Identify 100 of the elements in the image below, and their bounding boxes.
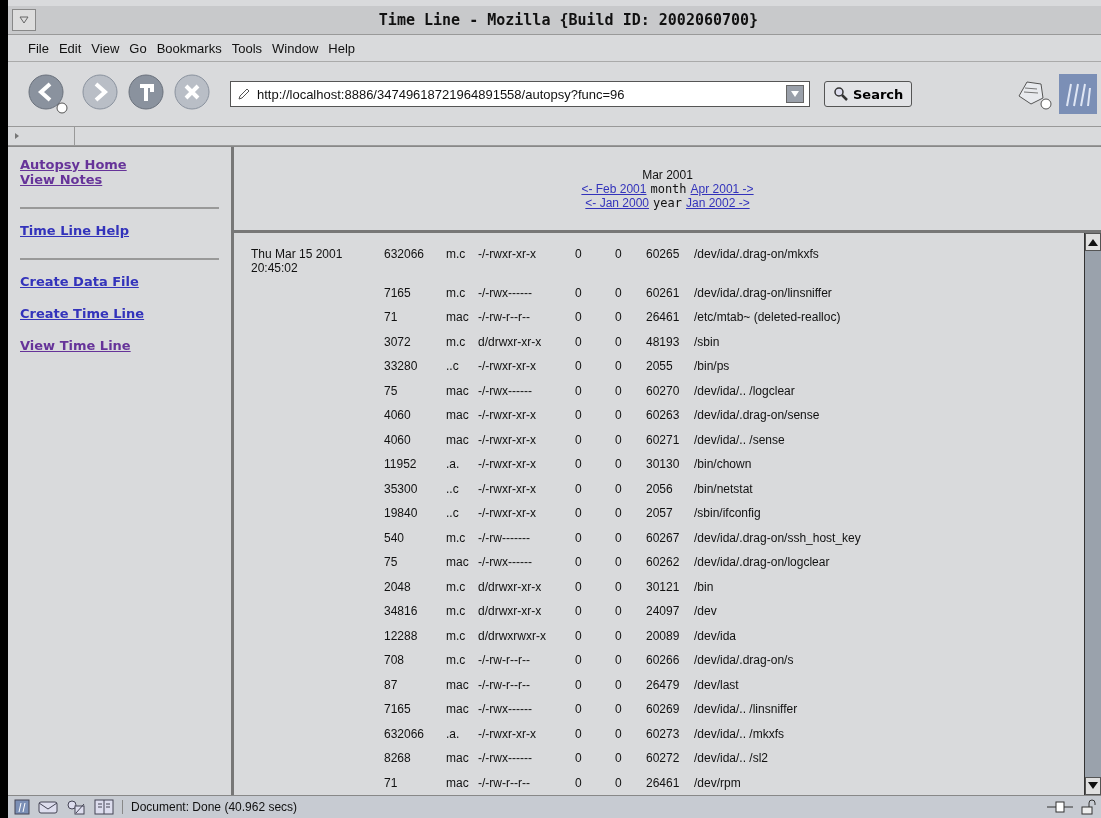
table-cell-text: 24097 <box>646 604 681 618</box>
table-cell-text: mac <box>446 702 470 716</box>
table-cell-text: /sbin/ifconfig <box>694 506 762 520</box>
table-cell-text: 0 <box>575 579 583 594</box>
throbber-logo[interactable] <box>1059 74 1097 114</box>
table-cell-text: -/-rw-r--r-- <box>478 677 531 692</box>
table-cell-text: /dev/ida/.. /logclear <box>694 383 796 398</box>
navigator-icon[interactable] <box>14 799 30 815</box>
table-cell-text: .a. <box>446 726 461 741</box>
window-title: Time Line - Mozilla {Build ID: 2002060700} <box>377 11 760 29</box>
table-cell-text: 0 <box>575 383 583 398</box>
table-cell-text: mac <box>446 310 470 324</box>
vertical-scrollbar[interactable] <box>1084 233 1101 795</box>
table-cell-text: /bin/netstat <box>694 481 754 496</box>
table-cell-text: mac <box>446 383 470 398</box>
table-cell-text: 0 <box>575 653 583 667</box>
table-cell-text: 60262 <box>646 555 681 569</box>
table-cell-text: 0 <box>615 432 623 447</box>
table-cell-text: /dev/ida/.drag-on/ssh_host_key <box>694 530 862 545</box>
table-cell-text: d/drwxr-xr-x <box>478 579 543 594</box>
table-cell-text: 0 <box>615 247 623 263</box>
table-cell-text: m.c <box>446 334 467 349</box>
table-cell-text: 0 <box>615 285 623 300</box>
table-cell-text: 8268 <box>384 751 412 765</box>
menu-item[interactable]: View <box>91 40 120 56</box>
table-cell-text: d/drwxr-xr-x <box>478 604 543 618</box>
mail-icon[interactable] <box>38 799 58 815</box>
window-menu-button[interactable] <box>12 9 36 31</box>
table-cell-text: -/-rwx------ <box>478 383 533 398</box>
table-cell-text: /dev <box>694 604 718 618</box>
menu-item[interactable]: Go <box>129 40 147 56</box>
table-cell-text: 26461 <box>646 310 681 324</box>
table-cell-text: .a. <box>446 457 461 471</box>
menu-item[interactable]: Edit <box>58 40 82 56</box>
table-cell-text: 60266 <box>646 653 681 667</box>
dropdown-button[interactable] <box>786 85 804 103</box>
table-cell-text: -/-rwx------ <box>478 751 533 765</box>
table-cell-text: /bin <box>694 579 715 594</box>
table-cell-text: 0 <box>575 457 583 471</box>
caret-icon <box>790 90 800 98</box>
table-cell-text: 87 <box>384 677 399 692</box>
table-cell-text: 0 <box>575 628 583 643</box>
search-icon <box>833 86 849 102</box>
sidebar-link[interactable]: Create Time Line <box>20 306 145 321</box>
url-field[interactable]: http://localhost:8886/34749618721964891558/autopsy?func=96 <box>230 81 810 107</box>
menu-item[interactable]: File <box>28 40 49 56</box>
next-link[interactable]: Apr 2001 -> <box>690 181 754 196</box>
menu-item[interactable]: Help <box>328 40 356 56</box>
sidebar-link[interactable]: Create Data File <box>20 274 139 289</box>
table-cell-text: -/-rwxr-xr-x <box>478 408 537 422</box>
table-cell-text: 12288 <box>384 628 419 643</box>
table-cell-text: 75 <box>384 555 399 569</box>
sidebar-link[interactable]: Time Line Help <box>20 223 129 238</box>
table-cell-text: /etc/mtab~ (deleted-realloc) <box>694 310 842 324</box>
menu-item[interactable]: Bookmarks <box>156 40 222 56</box>
table-cell-text: /bin/chown <box>694 457 753 471</box>
table-cell-text: /dev/ida/.drag-on/logclear <box>694 555 831 569</box>
table-cell-text: 0 <box>575 726 583 741</box>
table-cell-text: 26461 <box>646 775 681 790</box>
table-cell-text: 33280 <box>384 359 419 373</box>
table-cell-text: -/-rwxr-xr-x <box>478 481 537 496</box>
table-cell-text: 71 <box>384 310 399 324</box>
table-cell-text: 0 <box>615 334 623 349</box>
sidebar-link[interactable]: View Time Line <box>20 338 131 353</box>
table-cell-text: 71 <box>384 775 399 790</box>
table-cell-text: -/-rwxr-xr-x <box>478 432 537 447</box>
search-button[interactable]: Search <box>824 81 913 107</box>
table-cell-text: 0 <box>615 751 623 765</box>
composer-icon[interactable] <box>66 799 86 815</box>
period-label: month <box>650 181 687 196</box>
table-cell-text: 0 <box>575 247 583 263</box>
down-arrow-icon[interactable] <box>1087 781 1099 791</box>
table-cell-text: 0 <box>615 653 623 667</box>
previous-link[interactable]: <- Jan 2000 <box>585 195 650 210</box>
sidebar-link[interactable]: View Notes <box>20 172 103 187</box>
next-link[interactable]: Jan 2002 -> <box>685 195 750 210</box>
table-cell-text: 540 <box>384 530 406 545</box>
table-cell-text: 0 <box>615 775 623 790</box>
table-cell-text: -/-rwxr-xr-x <box>478 247 537 263</box>
menu-item[interactable]: Window <box>272 40 319 56</box>
table-cell-text: -/-rwxr-xr-x <box>478 359 537 373</box>
table-cell-text: 0 <box>615 579 623 594</box>
table-cell-text: 0 <box>615 359 623 373</box>
table-cell-text: 2048 <box>384 579 412 594</box>
table-cell-text: ..c <box>446 506 460 520</box>
table-cell-text: -/-rwx------ <box>478 285 533 300</box>
connection-icon <box>1047 800 1073 814</box>
table-cell-text: 30130 <box>646 457 681 471</box>
sidebar-link[interactable]: Autopsy Home <box>20 157 127 172</box>
table-cell-text: 0 <box>575 310 583 324</box>
table-cell-text: mac <box>446 432 470 447</box>
up-arrow-icon[interactable] <box>1087 237 1099 247</box>
previous-link[interactable]: <- Feb 2001 <box>581 181 647 196</box>
table-cell-text: 35300 <box>384 481 419 496</box>
address-book-icon[interactable] <box>94 799 114 815</box>
table-cell-text: 60272 <box>646 751 681 765</box>
table-cell-text: 0 <box>615 677 623 692</box>
table-cell-text: 75 <box>384 383 399 398</box>
table-cell-text: 0 <box>615 481 623 496</box>
menu-item[interactable]: Tools <box>231 40 263 56</box>
